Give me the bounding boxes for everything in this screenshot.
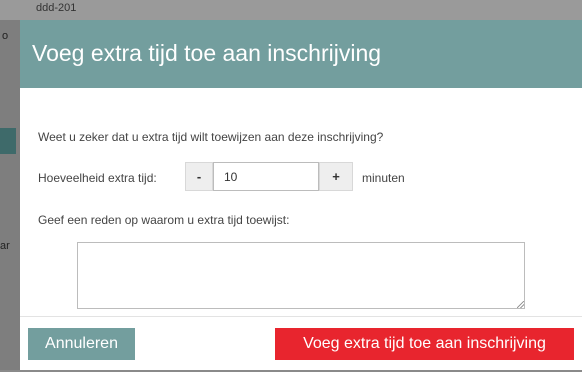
- cancel-button[interactable]: Annuleren: [28, 328, 135, 360]
- confirmation-question: Weet u zeker dat u extra tijd wilt toewi…: [38, 130, 384, 144]
- dialog-title: Voeg extra tijd toe aan inschrijving: [32, 40, 382, 66]
- background-teal-tab: [0, 128, 16, 154]
- decrease-button[interactable]: -: [185, 162, 213, 191]
- background-header-strip: [0, 0, 582, 20]
- resize-grip-icon[interactable]: [517, 301, 524, 308]
- extra-time-input[interactable]: [213, 162, 319, 191]
- background-text-fragment-left: o: [2, 30, 9, 42]
- dialog-body: Weet u zeker dat u extra tijd wilt toewi…: [20, 88, 582, 316]
- background-text-fragment: ddd-201: [36, 2, 77, 14]
- dialog-header: Voeg extra tijd toe aan inschrijving: [20, 20, 582, 88]
- reason-textarea[interactable]: [77, 242, 525, 309]
- unit-label: minuten: [362, 171, 405, 185]
- increase-button[interactable]: +: [319, 162, 353, 191]
- extra-time-dialog: Voeg extra tijd toe aan inschrijving Wee…: [20, 20, 582, 370]
- add-extra-time-button[interactable]: Voeg extra tijd toe aan inschrijving: [275, 328, 574, 360]
- amount-label: Hoeveelheid extra tijd:: [38, 171, 157, 185]
- dialog-footer: Annuleren Voeg extra tijd toe aan inschr…: [20, 316, 582, 370]
- background-text-fragment-left2: ar: [0, 240, 10, 252]
- reason-label: Geef een reden op waarom u extra tijd to…: [38, 213, 290, 227]
